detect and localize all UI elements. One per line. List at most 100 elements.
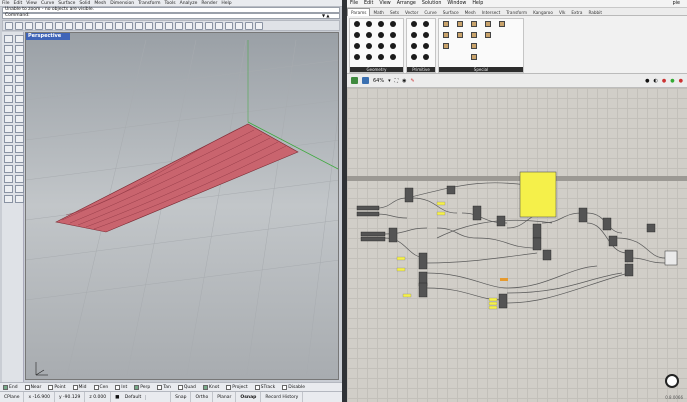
ellipse-icon[interactable] bbox=[15, 75, 24, 83]
osnap-checkbox[interactable] bbox=[72, 384, 78, 390]
scale-icon[interactable] bbox=[15, 135, 24, 143]
extrude-icon[interactable] bbox=[15, 105, 24, 113]
osnap-quad[interactable]: Quad bbox=[177, 384, 196, 390]
menu-dimension[interactable]: Dimension bbox=[108, 0, 136, 7]
palette-icon[interactable] bbox=[485, 32, 491, 38]
trim-icon[interactable] bbox=[4, 155, 13, 163]
array-icon[interactable] bbox=[15, 145, 24, 153]
zoom-icon[interactable] bbox=[115, 22, 123, 30]
osnap-checkbox[interactable] bbox=[226, 384, 232, 390]
osnap-checkbox[interactable] bbox=[93, 384, 99, 390]
light-icon[interactable] bbox=[225, 22, 233, 30]
value-list-icon[interactable] bbox=[471, 32, 477, 38]
grid-icon[interactable] bbox=[175, 22, 183, 30]
gh-menu-view[interactable]: View bbox=[376, 0, 393, 8]
gh-canvas[interactable]: 0.8.0066 bbox=[347, 88, 687, 402]
material-icon[interactable] bbox=[235, 22, 243, 30]
offset-icon[interactable] bbox=[4, 85, 13, 93]
osnap-point[interactable]: Point bbox=[48, 384, 66, 390]
osnap-checkbox[interactable] bbox=[177, 384, 183, 390]
print-icon[interactable] bbox=[35, 22, 43, 30]
osnap-cen[interactable]: Cen bbox=[93, 384, 108, 390]
boolean-icon[interactable] bbox=[15, 115, 24, 123]
box-param-icon[interactable] bbox=[354, 21, 360, 27]
slider-icon[interactable] bbox=[443, 21, 449, 27]
polygon-icon[interactable] bbox=[15, 65, 24, 73]
gh-menu-file[interactable]: File bbox=[347, 0, 361, 8]
menu-solid[interactable]: Solid bbox=[77, 0, 92, 7]
line-param-icon[interactable] bbox=[354, 43, 360, 49]
display-icon[interactable]: ● bbox=[679, 78, 683, 84]
colour-param-icon[interactable] bbox=[423, 21, 429, 27]
gh-menu-window[interactable]: Window bbox=[444, 0, 469, 8]
panel-icon[interactable] bbox=[443, 32, 449, 38]
copy-tool-icon[interactable] bbox=[15, 125, 24, 133]
zoom-extents-icon[interactable]: ⛶ bbox=[395, 78, 399, 84]
text-icon[interactable] bbox=[15, 175, 24, 183]
render-tool-icon[interactable] bbox=[4, 195, 13, 203]
integer-param-icon[interactable] bbox=[423, 43, 429, 49]
osnap-checkbox[interactable] bbox=[282, 384, 288, 390]
circle-param-icon[interactable] bbox=[378, 21, 384, 27]
zoom-window-icon[interactable] bbox=[125, 22, 133, 30]
bake-icon[interactable]: ● bbox=[670, 78, 674, 84]
toggle-icon[interactable] bbox=[457, 21, 463, 27]
status-ortho[interactable]: Ortho bbox=[191, 391, 214, 402]
select-icon[interactable] bbox=[4, 35, 13, 43]
new-icon[interactable] bbox=[5, 22, 13, 30]
box-icon[interactable] bbox=[4, 105, 13, 113]
rectangle-param-icon[interactable] bbox=[354, 54, 360, 60]
cplane-icon[interactable] bbox=[165, 22, 173, 30]
scribble-icon[interactable] bbox=[443, 43, 449, 49]
string-param-icon[interactable] bbox=[423, 54, 429, 60]
dimension-icon[interactable] bbox=[4, 175, 13, 183]
properties-icon[interactable] bbox=[195, 22, 203, 30]
osnap-perp[interactable]: Perp bbox=[134, 384, 150, 390]
polyline-icon[interactable] bbox=[15, 45, 24, 53]
osnap-checkbox[interactable] bbox=[115, 384, 121, 390]
field-param-icon[interactable] bbox=[366, 32, 372, 38]
osnap-project[interactable]: Project bbox=[226, 384, 248, 390]
import-icon[interactable] bbox=[45, 22, 53, 30]
line-icon[interactable] bbox=[4, 45, 13, 53]
status-snap[interactable]: Snap bbox=[171, 391, 192, 402]
osnap-disable[interactable]: Disable bbox=[282, 384, 305, 390]
group-param-icon[interactable] bbox=[390, 32, 396, 38]
loft-icon[interactable] bbox=[15, 95, 24, 103]
menu-transform[interactable]: Transform bbox=[136, 0, 162, 7]
preview-wire-icon[interactable]: ● bbox=[645, 78, 649, 84]
arc-param-icon[interactable] bbox=[390, 21, 396, 27]
osnap-checkbox[interactable] bbox=[157, 384, 163, 390]
undo-icon[interactable] bbox=[85, 22, 93, 30]
boolean-param-icon[interactable] bbox=[411, 21, 417, 27]
osnap-checkbox[interactable] bbox=[48, 384, 54, 390]
status-cplane[interactable]: CPlane bbox=[0, 391, 25, 402]
status-osnap[interactable]: Osnap bbox=[236, 391, 262, 402]
command-prompt[interactable]: Command: bbox=[2, 13, 340, 19]
osnap-checkbox[interactable] bbox=[134, 384, 140, 390]
menu-view[interactable]: View bbox=[24, 0, 39, 7]
mesh-icon[interactable] bbox=[4, 115, 13, 123]
zoom-extents-icon[interactable] bbox=[135, 22, 143, 30]
surface-param-icon[interactable] bbox=[366, 54, 372, 60]
osnap-strack[interactable]: STrack bbox=[254, 384, 275, 390]
rotate-tool-icon[interactable] bbox=[4, 135, 13, 143]
circle-icon[interactable] bbox=[4, 55, 13, 63]
command-scroll-arrows[interactable]: ▼ ▲ bbox=[322, 13, 338, 19]
gradient-icon[interactable] bbox=[471, 21, 477, 27]
curve-param-icon[interactable] bbox=[354, 32, 360, 38]
menu-analyze[interactable]: Analyze bbox=[178, 0, 200, 7]
swatch-icon[interactable] bbox=[499, 21, 505, 27]
gh-menu-solution[interactable]: Solution bbox=[419, 0, 445, 8]
group-icon[interactable] bbox=[4, 185, 13, 193]
osnap-mid[interactable]: Mid bbox=[72, 384, 87, 390]
options-icon[interactable] bbox=[245, 22, 253, 30]
osnap-checkbox[interactable] bbox=[24, 384, 30, 390]
save-icon[interactable] bbox=[25, 22, 33, 30]
menu-render[interactable]: Render bbox=[199, 0, 219, 7]
split-icon[interactable] bbox=[15, 155, 24, 163]
open-icon[interactable] bbox=[15, 22, 23, 30]
preview-selected-icon[interactable]: ● bbox=[662, 78, 666, 84]
layer-icon[interactable] bbox=[185, 22, 193, 30]
menu-edit[interactable]: Edit bbox=[12, 0, 25, 7]
